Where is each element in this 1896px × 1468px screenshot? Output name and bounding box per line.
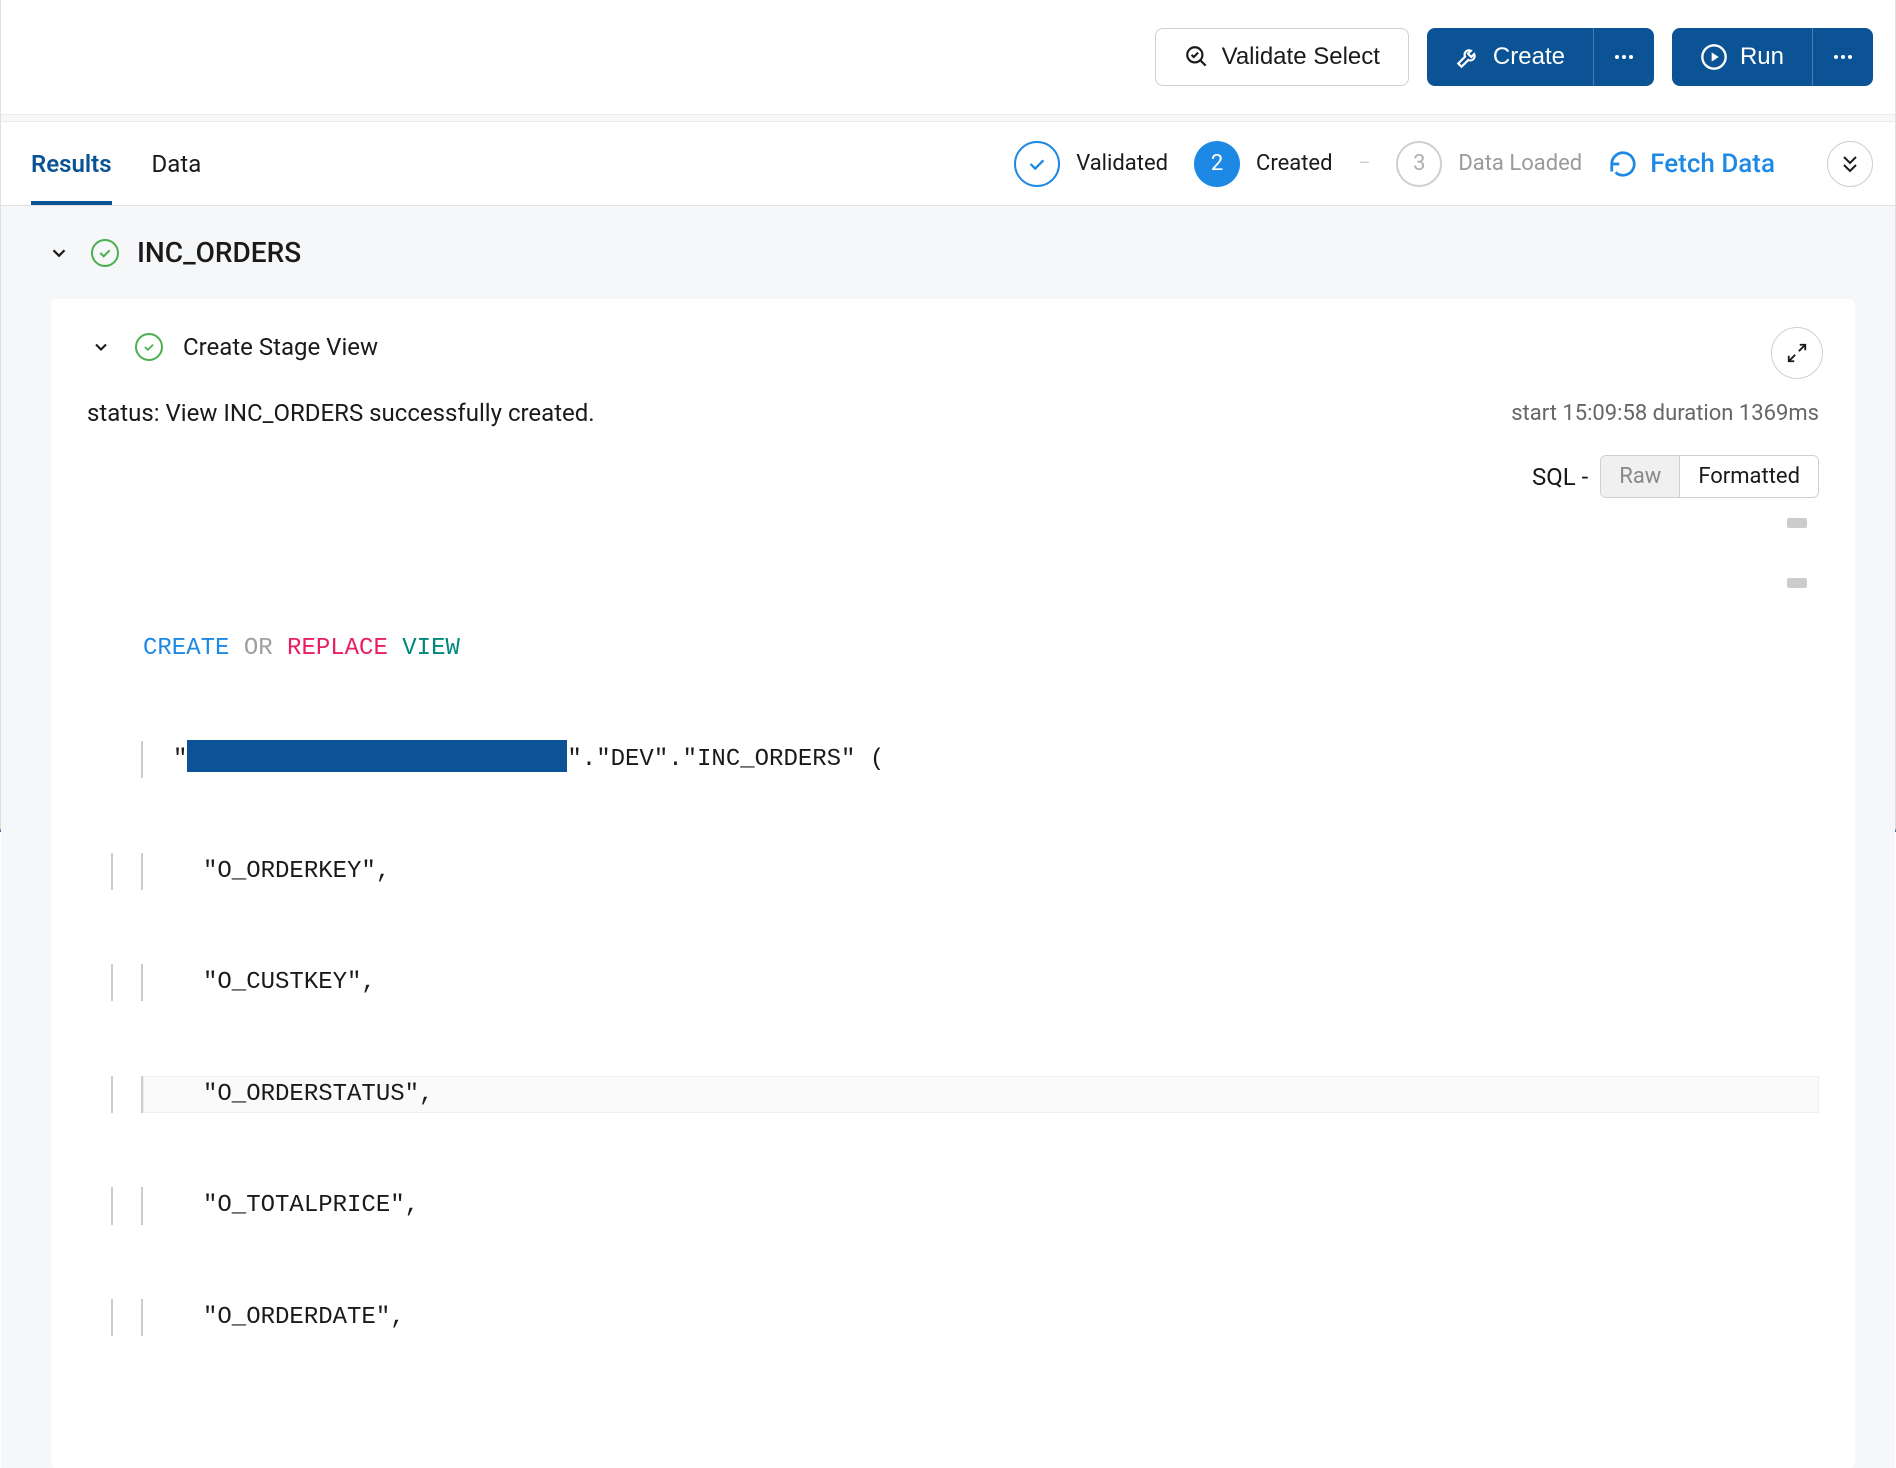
tab-results[interactable]: Results <box>31 122 112 205</box>
step-validated-label: Validated <box>1076 151 1168 176</box>
success-check-icon <box>91 239 119 267</box>
kw-view: VIEW <box>402 635 460 662</box>
dots-horizontal-icon <box>1831 45 1855 69</box>
sql-format-toggle: Raw Formatted <box>1600 455 1819 498</box>
check-circle-icon <box>1014 141 1060 187</box>
chevron-down-icon <box>87 337 115 357</box>
validate-select-button[interactable]: Validate Select <box>1155 28 1409 86</box>
status-bar: Results Data Validated 2 Created – 3 Dat… <box>1 122 1895 206</box>
results-content: INC_ORDERS Create Stage View status: Vie… <box>1 206 1895 1468</box>
step-number-2: 2 <box>1194 141 1240 187</box>
result-tabs: Results Data <box>31 122 201 205</box>
create-button[interactable]: Create <box>1427 28 1593 86</box>
tab-data[interactable]: Data <box>152 122 202 205</box>
sql-line-4: "O_CUSTKEY", <box>143 964 1819 1001</box>
scrollbar-handle-top[interactable] <box>1787 518 1807 528</box>
toggle-raw[interactable]: Raw <box>1601 456 1680 497</box>
sql-line-7: "O_ORDERDATE", <box>143 1299 1819 1336</box>
kw-replace: REPLACE <box>287 635 388 662</box>
status-row: status: View INC_ORDERS successfully cre… <box>87 399 1819 427</box>
create-stage-view-panel: Create Stage View status: View INC_ORDER… <box>51 299 1855 1468</box>
sql-line-5: "O_ORDERSTATUS", <box>143 1076 1819 1113</box>
kw-or: OR <box>244 635 273 662</box>
sql-code-block: CREATE OR REPLACE VIEW " "."DEV"."INC_ORD… <box>87 518 1819 1448</box>
status-message: status: View INC_ORDERS successfully cre… <box>87 399 595 427</box>
section-title: INC_ORDERS <box>137 236 301 269</box>
step-validated: Validated <box>1014 141 1168 187</box>
create-label: Create <box>1493 43 1565 71</box>
expand-panel-button[interactable] <box>1771 327 1823 379</box>
scrollbar-handle[interactable] <box>1787 578 1807 588</box>
panel-title: Create Stage View <box>183 333 378 361</box>
pipeline-steps: Validated 2 Created – 3 Data Loaded Fetc… <box>1014 141 1873 187</box>
chevron-double-down-icon <box>1838 152 1862 176</box>
paren-open: ( <box>870 746 884 773</box>
create-button-group: Create <box>1427 28 1654 86</box>
execution-meta: start 15:09:58 duration 1369ms <box>1511 401 1819 426</box>
step-created-label: Created <box>1256 151 1332 176</box>
sql-line-2: " "."DEV"."INC_ORDERS" ( <box>143 741 1819 778</box>
magnifier-check-icon <box>1184 44 1210 70</box>
step-created: 2 Created <box>1194 141 1332 187</box>
collapse-all-button[interactable] <box>1827 141 1873 187</box>
refresh-icon <box>1608 149 1638 179</box>
quote-open: " <box>173 746 187 773</box>
run-label: Run <box>1740 43 1784 71</box>
toolbar-divider <box>1 114 1895 122</box>
fetch-data-label: Fetch Data <box>1650 149 1775 179</box>
run-button[interactable]: Run <box>1672 28 1812 86</box>
kw-create: CREATE <box>143 635 229 662</box>
step-number-3: 3 <box>1396 141 1442 187</box>
wrench-icon <box>1455 44 1481 70</box>
run-more-button[interactable] <box>1812 28 1873 86</box>
success-check-icon <box>135 333 163 361</box>
dots-horizontal-icon <box>1612 45 1636 69</box>
play-circle-icon <box>1700 43 1728 71</box>
section-header-inc-orders[interactable]: INC_ORDERS <box>1 206 1895 299</box>
toggle-formatted[interactable]: Formatted <box>1680 456 1818 497</box>
action-toolbar: Validate Select Create <box>1 0 1895 114</box>
redacted-schema <box>187 740 567 772</box>
step-separator: – <box>1359 153 1371 174</box>
sql-line-1: CREATE OR REPLACE VIEW <box>143 630 1819 667</box>
sql-label: SQL - <box>1532 463 1588 491</box>
path-suffix: "."DEV"."INC_ORDERS" <box>567 746 855 773</box>
create-more-button[interactable] <box>1593 28 1654 86</box>
sql-line-3: "O_ORDERKEY", <box>143 853 1819 890</box>
sql-format-row: SQL - Raw Formatted <box>87 455 1819 498</box>
validate-select-label: Validate Select <box>1222 43 1380 71</box>
fetch-data-button[interactable]: Fetch Data <box>1608 149 1775 179</box>
step-data-loaded-label: Data Loaded <box>1458 151 1582 176</box>
expand-icon <box>1786 342 1808 364</box>
chevron-down-icon <box>45 242 73 264</box>
sql-line-6: "O_TOTALPRICE", <box>143 1187 1819 1224</box>
panel-header[interactable]: Create Stage View <box>87 333 1819 361</box>
step-data-loaded: 3 Data Loaded <box>1396 141 1582 187</box>
run-button-group: Run <box>1672 28 1873 86</box>
